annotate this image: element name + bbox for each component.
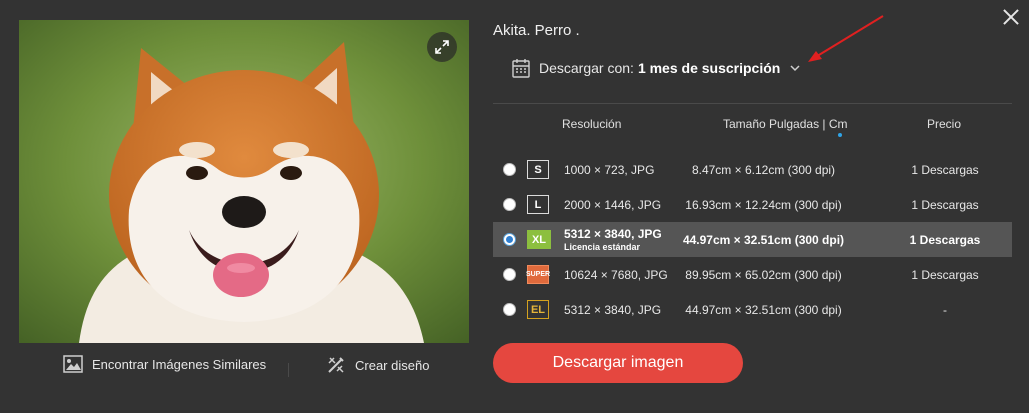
size-radio-selected[interactable] [503, 233, 516, 246]
license-prefix: Descargar con: [539, 60, 634, 76]
license-value: 1 mes de suscripción [637, 60, 781, 76]
chevron-down-icon [790, 64, 800, 71]
image-actions: Encontrar Imágenes Similares Crear diseñ… [19, 355, 469, 385]
size-option-row[interactable]: L 2000 × 1446, JPG 16.93cm × 12.24cm (30… [493, 187, 1012, 222]
size-badge: XL [527, 230, 551, 249]
design-tools-icon [328, 357, 344, 373]
price-text: 1 Descargas [911, 163, 979, 177]
find-similar-images-link[interactable]: Encontrar Imágenes Similares [63, 355, 266, 373]
dimensions-text: 44.97cm × 32.51cm (300 dpi) [685, 303, 842, 317]
size-radio[interactable] [503, 198, 516, 211]
size-badge: SUPER [526, 265, 550, 284]
size-badge: L [527, 195, 549, 214]
license-sublabel: Licencia estándar [564, 242, 641, 252]
expand-icon [435, 40, 449, 54]
size-option-row[interactable]: EL 5312 × 3840, JPG 44.97cm × 32.51cm (3… [493, 292, 1012, 327]
actions-divider [288, 363, 289, 377]
create-design-link[interactable]: Crear diseño [326, 355, 429, 375]
size-option-row-selected[interactable]: XL 5312 × 3840, JPG Licencia estándar 44… [493, 222, 1012, 257]
image-title: Akita. Perro . [493, 22, 580, 39]
resolution-text: 1000 × 723, JPG [564, 163, 655, 177]
expand-button[interactable] [427, 32, 457, 62]
akita-dog-photo [19, 20, 469, 343]
calendar-icon [512, 59, 530, 78]
header-price: Precio [927, 117, 962, 131]
size-unit-indicator [838, 133, 842, 137]
dimensions-text: 8.47cm × 6.12cm (300 dpi) [691, 163, 836, 177]
header-resolution: Resolución [562, 117, 622, 131]
find-similar-images-label: Encontrar Imágenes Similares [92, 356, 267, 372]
price-text: 1 Descargas [911, 198, 979, 212]
size-badge: EL [527, 300, 549, 319]
size-option-row[interactable]: S 1000 × 723, JPG 8.47cm × 6.12cm (300 d… [493, 152, 1012, 187]
dimensions-text: 16.93cm × 12.24cm (300 dpi) [685, 198, 842, 212]
create-design-label: Crear diseño [355, 357, 430, 373]
image-icon [63, 355, 83, 373]
price-text: - [943, 303, 947, 317]
annotation-arrow-icon [808, 15, 884, 62]
size-option-row[interactable]: SUPER 10624 × 7680, JPG 89.95cm × 65.02c… [493, 257, 1012, 292]
dimensions-text: 89.95cm × 65.02cm (300 dpi) [685, 268, 842, 282]
divider [493, 103, 1012, 104]
close-button[interactable] [1000, 6, 1022, 28]
size-radio[interactable] [503, 303, 516, 316]
header-size[interactable]: Tamaño Pulgadas | Cm [723, 117, 848, 131]
price-text: 1 Descargas [911, 268, 979, 282]
download-image-button[interactable]: Descargar imagen [493, 343, 743, 383]
image-preview[interactable] [19, 20, 469, 343]
size-radio[interactable] [503, 163, 516, 176]
price-text: 1 Descargas [909, 233, 981, 247]
size-radio[interactable] [503, 268, 516, 281]
size-badge: S [527, 160, 549, 179]
dimensions-text: 44.97cm × 32.51cm (300 dpi) [682, 233, 845, 247]
license-dropdown[interactable]: Descargar con: 1 mes de suscripción [512, 58, 800, 78]
